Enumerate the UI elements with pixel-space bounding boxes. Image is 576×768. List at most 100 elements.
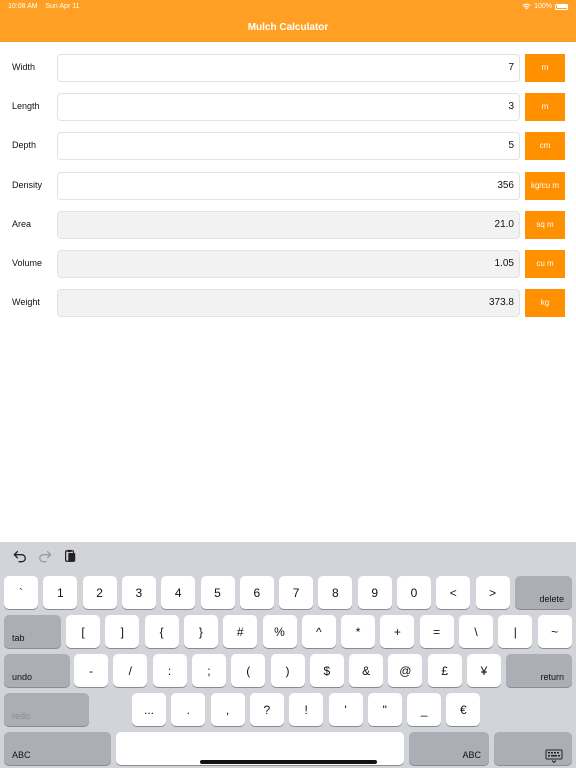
key-row2-3-label: } bbox=[198, 624, 203, 639]
home-indicator bbox=[200, 760, 377, 764]
key-row1-10[interactable]: 0 bbox=[397, 576, 431, 609]
key-row2-4[interactable]: # bbox=[223, 615, 258, 648]
key-row1-11[interactable]: < bbox=[436, 576, 471, 609]
key-row3-6[interactable]: $ bbox=[309, 654, 344, 687]
paste-icon[interactable] bbox=[62, 548, 78, 564]
key-row4-7[interactable]: _ bbox=[407, 693, 442, 726]
key-row1-1[interactable]: 1 bbox=[43, 576, 78, 609]
depth-field[interactable]: 5 bbox=[57, 132, 520, 160]
key-row1-6[interactable]: 6 bbox=[239, 576, 274, 609]
key-row4-0-label: ... bbox=[143, 702, 154, 717]
density-label: Density bbox=[12, 180, 43, 190]
key-row1-8[interactable]: 8 bbox=[318, 576, 353, 609]
key-row2-9[interactable]: = bbox=[419, 615, 454, 648]
key-row3-4[interactable]: ( bbox=[231, 654, 266, 687]
key-row4-4[interactable]: ! bbox=[289, 693, 324, 726]
key-row3-0-label: - bbox=[89, 663, 93, 678]
width-unit-button[interactable]: m bbox=[525, 54, 565, 82]
width-field[interactable]: 7 bbox=[57, 54, 520, 82]
undo-key-label: undo bbox=[12, 672, 33, 682]
volume-unit-button[interactable]: cu m bbox=[525, 250, 565, 278]
key-row4-1[interactable]: . bbox=[171, 693, 206, 726]
key-row2-5-label: % bbox=[274, 624, 285, 639]
key-row4-6[interactable]: " bbox=[367, 693, 402, 726]
key-row4-3[interactable]: ? bbox=[249, 693, 284, 726]
key-row2-1[interactable]: ] bbox=[105, 615, 140, 648]
key-row4-2[interactable]: , bbox=[210, 693, 245, 726]
key-row2-0-label: [ bbox=[81, 624, 85, 639]
key-row1-5[interactable]: 5 bbox=[200, 576, 235, 609]
key-row1-4-label: 4 bbox=[174, 585, 182, 600]
redo-icon[interactable] bbox=[37, 548, 53, 564]
area-unit-button[interactable]: sq m bbox=[525, 211, 565, 239]
key-row1-0-label: ` bbox=[19, 585, 23, 600]
key-row1-9[interactable]: 9 bbox=[357, 576, 392, 609]
area-label: Area bbox=[12, 219, 32, 229]
key-row4-4-label: ! bbox=[304, 702, 308, 717]
key-row4-0[interactable]: ... bbox=[132, 693, 166, 726]
key-row1-2[interactable]: 2 bbox=[82, 576, 117, 609]
delete-key[interactable]: delete bbox=[515, 576, 572, 609]
key-row2-7[interactable]: * bbox=[341, 615, 376, 648]
key-row3-3[interactable]: ; bbox=[191, 654, 226, 687]
key-row2-11-label: | bbox=[513, 624, 517, 639]
redo-key[interactable]: redo bbox=[4, 693, 89, 726]
density-unit-button[interactable]: kg/cu m bbox=[525, 172, 565, 200]
undo-key[interactable]: undo bbox=[4, 654, 70, 687]
area-field: 21.0 bbox=[57, 211, 520, 239]
key-row2-8[interactable]: + bbox=[380, 615, 415, 648]
key-row2-6-label: ^ bbox=[315, 624, 322, 639]
volume-label: Volume bbox=[12, 258, 43, 268]
abc-key-right[interactable]: ABC bbox=[409, 732, 489, 765]
key-row3-8[interactable]: @ bbox=[388, 654, 423, 687]
weight-unit-button[interactable]: kg bbox=[525, 289, 565, 317]
key-row2-3[interactable]: } bbox=[183, 615, 218, 648]
battery-percent: 100% bbox=[534, 3, 552, 10]
key-row1-3[interactable]: 3 bbox=[121, 576, 156, 609]
key-row3-8-label: @ bbox=[399, 663, 412, 678]
key-row1-12[interactable]: > bbox=[475, 576, 510, 609]
key-row2-5[interactable]: % bbox=[262, 615, 297, 648]
keyboard-shortcut-bar bbox=[0, 542, 576, 572]
depth-unit-button[interactable]: cm bbox=[525, 132, 565, 160]
key-row1-3-label: 3 bbox=[135, 585, 143, 600]
density-field[interactable]: 356 bbox=[57, 172, 520, 200]
key-row4-5[interactable]: ' bbox=[328, 693, 363, 726]
key-row1-0[interactable]: ` bbox=[4, 576, 38, 609]
key-row2-0[interactable]: [ bbox=[66, 615, 100, 648]
key-row3-5[interactable]: ) bbox=[270, 654, 305, 687]
status-indicators: 100% bbox=[522, 3, 568, 10]
key-row4-7-label: _ bbox=[420, 702, 428, 717]
key-row2-10[interactable]: \ bbox=[459, 615, 493, 648]
key-row3-2[interactable]: : bbox=[152, 654, 187, 687]
keyboard-dismiss-key[interactable] bbox=[494, 732, 572, 765]
weight-label: Weight bbox=[12, 297, 40, 307]
key-row4-3-label: ? bbox=[263, 702, 271, 717]
tab-key[interactable]: tab bbox=[4, 615, 61, 648]
key-row1-7[interactable]: 7 bbox=[279, 576, 314, 609]
key-row1-7-label: 7 bbox=[292, 585, 300, 600]
key-row3-4-label: ( bbox=[246, 663, 251, 678]
key-row2-8-label: + bbox=[393, 624, 401, 639]
abc-key-left[interactable]: ABC bbox=[4, 732, 111, 765]
key-row2-12[interactable]: ~ bbox=[537, 615, 572, 648]
key-row3-7[interactable]: & bbox=[349, 654, 384, 687]
length-field[interactable]: 3 bbox=[57, 93, 520, 121]
key-row3-0[interactable]: - bbox=[74, 654, 108, 687]
key-row3-9[interactable]: £ bbox=[427, 654, 462, 687]
key-row1-2-label: 2 bbox=[96, 585, 103, 600]
key-row2-6[interactable]: ^ bbox=[301, 615, 336, 648]
key-row2-2[interactable]: { bbox=[144, 615, 179, 648]
keyboard-dismiss-icon bbox=[545, 749, 563, 763]
key-row1-5-label: 5 bbox=[214, 585, 221, 600]
key-row2-11[interactable]: | bbox=[498, 615, 533, 648]
key-row2-2-label: { bbox=[159, 624, 164, 639]
length-unit-button[interactable]: m bbox=[525, 93, 565, 121]
key-row1-4[interactable]: 4 bbox=[161, 576, 196, 609]
navigation-header: 10:08 AM Sun Apr 11 100% Mulch Calculato… bbox=[0, 0, 576, 42]
key-row3-1[interactable]: / bbox=[113, 654, 148, 687]
key-row4-8[interactable]: € bbox=[446, 693, 481, 726]
undo-icon[interactable] bbox=[12, 548, 28, 564]
key-row3-10[interactable]: ¥ bbox=[467, 654, 501, 687]
return-key[interactable]: return bbox=[506, 654, 572, 687]
